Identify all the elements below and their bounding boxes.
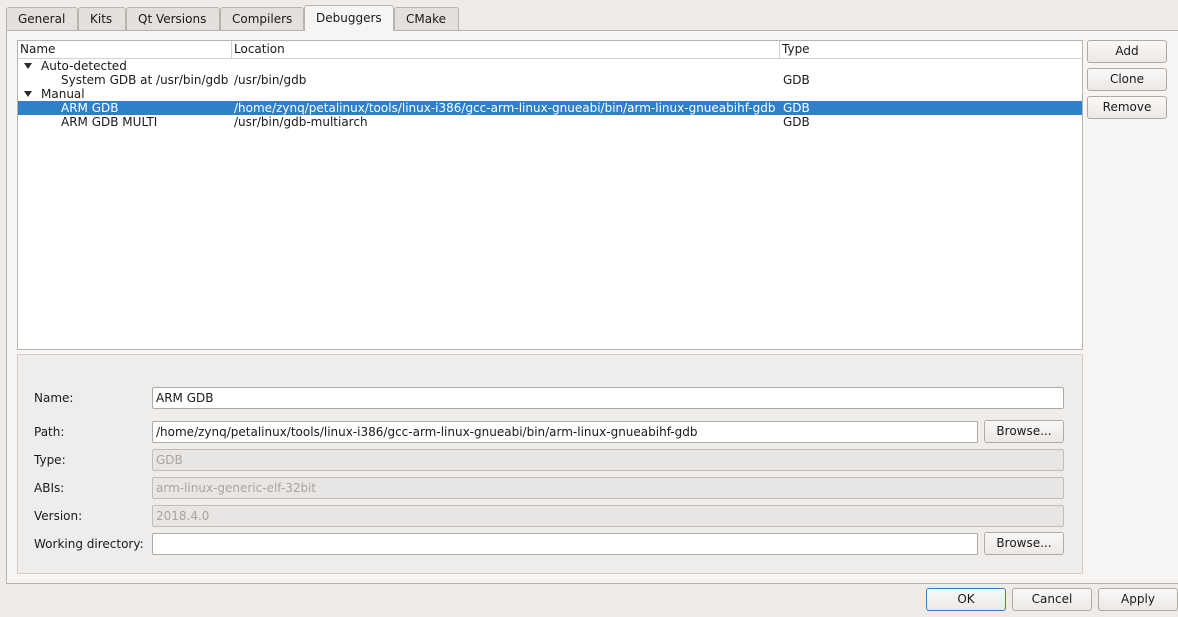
browse-workdir-button[interactable]: Browse...	[984, 532, 1064, 555]
tree-row[interactable]: System GDB at /usr/bin/gdb /usr/bin/gdb …	[18, 73, 1082, 87]
name-field[interactable]: ARM GDB	[152, 387, 1064, 409]
working-directory-label: Working directory:	[34, 537, 144, 551]
tree-group-auto-detected[interactable]: Auto-detected	[18, 59, 1082, 73]
abis-label: ABIs:	[34, 481, 65, 495]
tab-debuggers[interactable]: Debuggers	[304, 5, 394, 31]
row-name: ARM GDB	[61, 101, 119, 115]
apply-button[interactable]: Apply	[1098, 588, 1178, 611]
column-header-location[interactable]: Location	[232, 42, 780, 58]
path-label: Path:	[34, 425, 65, 439]
row-name: System GDB at /usr/bin/gdb	[61, 73, 229, 87]
row-location: /usr/bin/gdb-multiarch	[234, 115, 368, 129]
tree-row-selected[interactable]: ARM GDB /home/zynq/petalinux/tools/linux…	[18, 101, 1082, 115]
abis-field: arm-linux-generic-elf-32bit	[152, 477, 1064, 499]
row-name: ARM GDB MULTI	[61, 115, 158, 129]
remove-button[interactable]: Remove	[1087, 96, 1167, 119]
debugger-tree[interactable]: Name Location Type Auto-detected System …	[17, 40, 1083, 350]
path-field[interactable]: /home/zynq/petalinux/tools/linux-i386/gc…	[152, 421, 978, 443]
group-label: Auto-detected	[41, 59, 127, 73]
expand-arrow-icon[interactable]	[24, 91, 32, 97]
row-location: /home/zynq/petalinux/tools/linux-i386/gc…	[234, 101, 776, 115]
tab-qt-versions[interactable]: Qt Versions	[126, 7, 220, 30]
column-header-name[interactable]: Name	[18, 42, 232, 58]
cancel-button[interactable]: Cancel	[1012, 588, 1092, 611]
type-field: GDB	[152, 449, 1064, 471]
expand-arrow-icon[interactable]	[24, 63, 32, 69]
tree-row[interactable]: ARM GDB MULTI /usr/bin/gdb-multiarch GDB	[18, 115, 1082, 129]
name-label: Name:	[34, 391, 74, 405]
tab-cmake[interactable]: CMake	[394, 7, 459, 30]
type-label: Type:	[34, 453, 66, 467]
tab-general[interactable]: General	[6, 7, 78, 30]
version-field: 2018.4.0	[152, 505, 1064, 527]
tab-compilers[interactable]: Compilers	[220, 7, 304, 30]
group-label: Manual	[41, 87, 85, 101]
version-label: Version:	[34, 509, 83, 523]
working-directory-field[interactable]	[152, 533, 978, 555]
tree-header: Name Location Type	[18, 41, 1082, 59]
ok-button[interactable]: OK	[926, 588, 1006, 611]
tree-group-manual[interactable]: Manual	[18, 87, 1082, 101]
tab-kits[interactable]: Kits	[78, 7, 126, 30]
browse-path-button[interactable]: Browse...	[984, 420, 1064, 443]
row-type: GDB	[783, 73, 810, 87]
add-button[interactable]: Add	[1087, 40, 1167, 63]
row-type: GDB	[783, 115, 810, 129]
row-location: /usr/bin/gdb	[234, 73, 307, 87]
column-header-type[interactable]: Type	[780, 42, 1080, 58]
row-type: GDB	[783, 101, 810, 115]
clone-button[interactable]: Clone	[1087, 68, 1167, 91]
